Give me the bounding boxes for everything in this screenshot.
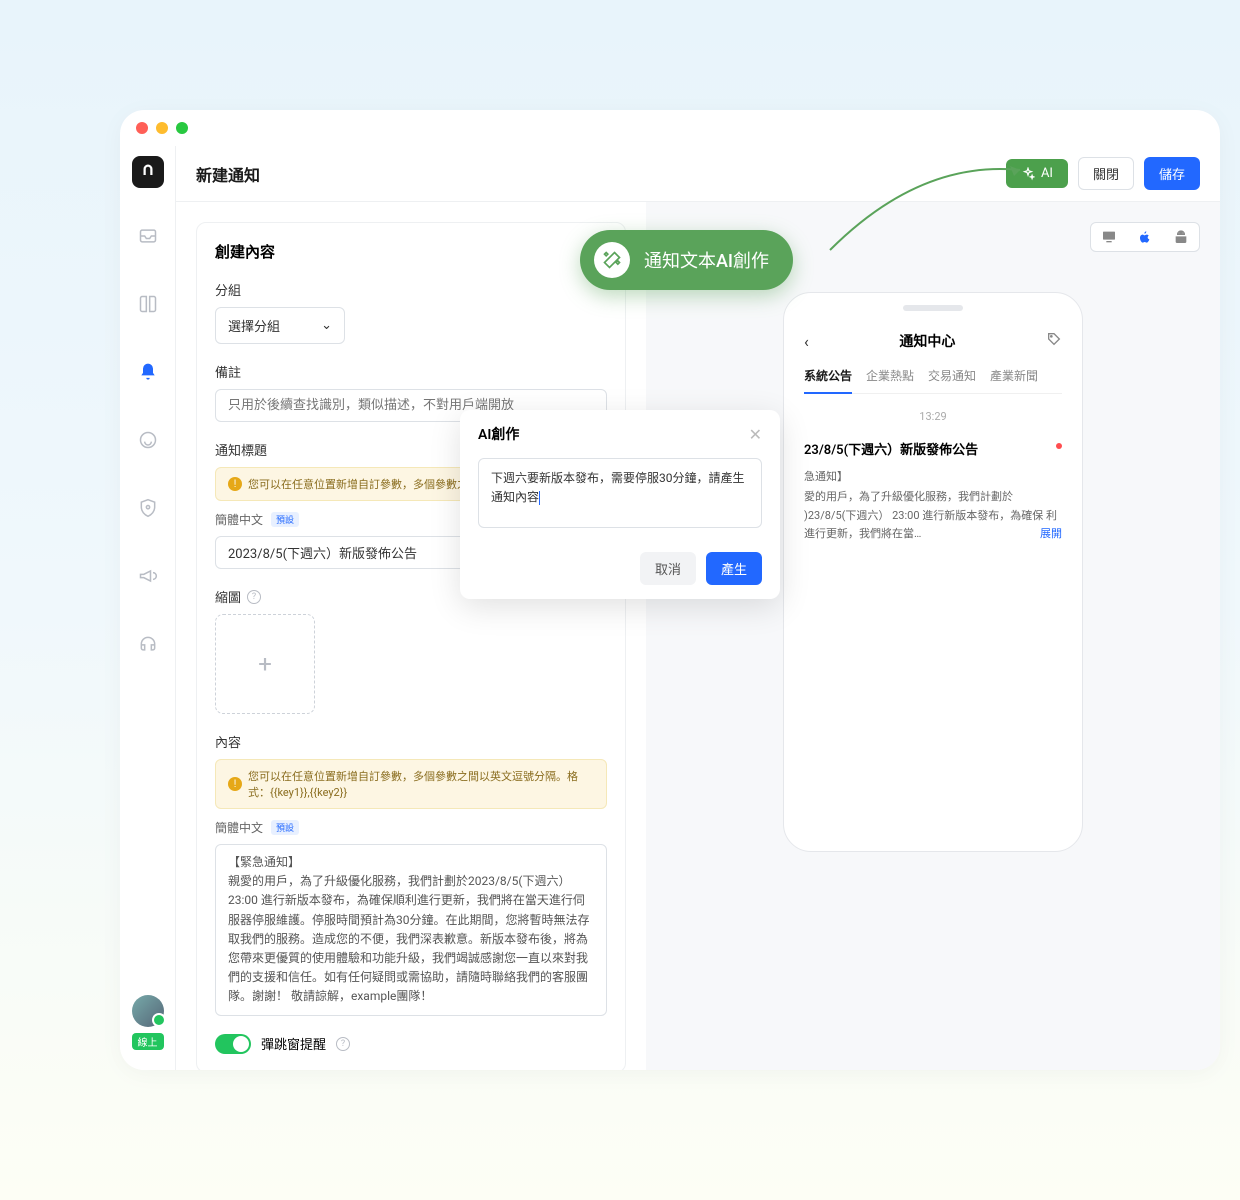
- content-hint-text: 您可以在任意位置新增自訂參數，多個參數之間以英文逗號分隔。格式：{{key1}}…: [248, 768, 594, 800]
- tag-icon[interactable]: [1046, 331, 1062, 351]
- nav-support-icon[interactable]: [128, 420, 168, 460]
- ai-modal: AI創作 ✕ 下週六要新版本發布，需要停服30分鐘，請產生通知內容 取消 產生: [460, 410, 780, 599]
- text-cursor: [539, 491, 540, 505]
- plus-icon: +: [258, 650, 272, 678]
- popup-toggle[interactable]: [215, 1034, 251, 1054]
- close-button[interactable]: 關閉: [1078, 157, 1134, 190]
- device-toggle: [1090, 222, 1200, 252]
- nav-bell-icon[interactable]: [128, 352, 168, 392]
- group-label: 分組: [215, 280, 607, 299]
- phone-preview: ‹ 通知中心 系統公告 企業熱點 交易通知 產業新聞 13:29: [783, 292, 1083, 852]
- notif-tag: 急通知】: [804, 468, 1062, 484]
- page-header: 新建通知 AI 關閉 儲存: [176, 146, 1220, 202]
- lang-label-2: 簡體中文: [215, 819, 263, 836]
- chevron-down-icon: ⌄: [321, 318, 332, 333]
- ai-button-label: AI: [1041, 166, 1053, 181]
- nav-inbox-icon[interactable]: [128, 216, 168, 256]
- phone-title: 通知中心: [809, 331, 1046, 351]
- notification-item[interactable]: 23/8/5(下週六）新版發佈公告 急通知】 愛的用戶，為了升級優化服務，我們計…: [804, 439, 1062, 544]
- magic-wand-icon: [594, 242, 630, 278]
- thumbnail-upload[interactable]: +: [215, 614, 315, 714]
- modal-title: AI創作: [478, 424, 519, 444]
- preview-column: 預覽 ‹ 通知中心: [646, 202, 1220, 1070]
- window-traffic-lights: [120, 110, 1220, 146]
- nav-shield-icon[interactable]: [128, 488, 168, 528]
- form-column: 創建內容 分組 選擇分組 ⌄ 備註: [176, 202, 646, 1070]
- note-label: 備註: [215, 362, 607, 381]
- default-badge: 預設: [271, 512, 299, 527]
- close-icon[interactable]: ✕: [749, 425, 762, 444]
- cancel-button[interactable]: 取消: [640, 552, 696, 585]
- ai-prompt-text: 下週六要新版本發布，需要停服30分鐘，請產生通知內容: [491, 471, 745, 504]
- device-desktop-icon[interactable]: [1091, 223, 1127, 251]
- page-title: 新建通知: [196, 162, 260, 186]
- tab-industry[interactable]: 產業新聞: [990, 367, 1038, 385]
- minimize-window-dot[interactable]: [156, 122, 168, 134]
- help-icon[interactable]: ?: [247, 590, 261, 604]
- ai-prompt-input[interactable]: 下週六要新版本發布，需要停服30分鐘，請產生通知內容: [478, 458, 762, 528]
- ai-callout-pill: 通知文本AI創作: [580, 230, 793, 290]
- generate-button[interactable]: 產生: [706, 552, 762, 585]
- phone-notch: [903, 305, 963, 311]
- group-select-value: 選擇分組: [228, 316, 280, 335]
- avatar: [132, 995, 164, 1027]
- save-button[interactable]: 儲存: [1144, 157, 1200, 190]
- sidebar: 線上: [120, 146, 176, 1070]
- app-window: 通知文本AI創作: [120, 110, 1220, 1070]
- notif-title: 23/8/5(下週六）新版發佈公告: [804, 439, 1062, 458]
- lang-label: 簡體中文: [215, 511, 263, 528]
- app-logo[interactable]: [132, 156, 164, 188]
- sparkle-icon: [1021, 167, 1035, 181]
- content-label: 內容: [215, 732, 607, 751]
- nav-megaphone-icon[interactable]: [128, 556, 168, 596]
- tab-system[interactable]: 系統公告: [804, 367, 852, 394]
- tab-trade[interactable]: 交易通知: [928, 367, 976, 385]
- phone-timestamp: 13:29: [804, 410, 1062, 423]
- popup-toggle-label: 彈跳窗提醒: [261, 1034, 326, 1053]
- nav-headset-icon[interactable]: [128, 624, 168, 664]
- notif-body: 愛的用戶，為了升級優化服務，我們計劃於 )23/8/5(下週六） 23:00 進…: [804, 488, 1062, 544]
- help-icon[interactable]: ?: [336, 1037, 350, 1051]
- phone-tabs: 系統公告 企業熱點 交易通知 產業新聞: [804, 367, 1062, 394]
- warning-icon: !: [228, 477, 242, 491]
- thumb-label: 縮圖: [215, 587, 241, 606]
- close-window-dot[interactable]: [136, 122, 148, 134]
- device-android-icon[interactable]: [1163, 223, 1199, 251]
- card-title: 創建內容: [215, 241, 607, 262]
- content-hint: ! 您可以在任意位置新增自訂參數，多個參數之間以英文逗號分隔。格式：{{key1…: [215, 759, 607, 809]
- expand-link[interactable]: 展開: [1040, 525, 1062, 544]
- user-avatar-block[interactable]: 線上: [132, 995, 164, 1050]
- warning-icon: !: [228, 777, 242, 791]
- ai-button[interactable]: AI: [1006, 159, 1068, 188]
- status-badge: 線上: [132, 1033, 164, 1050]
- maximize-window-dot[interactable]: [176, 122, 188, 134]
- callout-text: 通知文本AI創作: [644, 247, 769, 273]
- device-apple-icon[interactable]: [1127, 223, 1163, 251]
- group-select[interactable]: 選擇分組 ⌄: [215, 307, 345, 344]
- unread-dot-icon: [1056, 443, 1062, 449]
- tab-enterprise[interactable]: 企業熱點: [866, 367, 914, 385]
- content-textarea[interactable]: 【緊急通知】 親愛的用戶，為了升級優化服務，我們計劃於2023/8/5(下週六）…: [215, 844, 607, 1016]
- default-badge-2: 預設: [271, 820, 299, 835]
- nav-book-icon[interactable]: [128, 284, 168, 324]
